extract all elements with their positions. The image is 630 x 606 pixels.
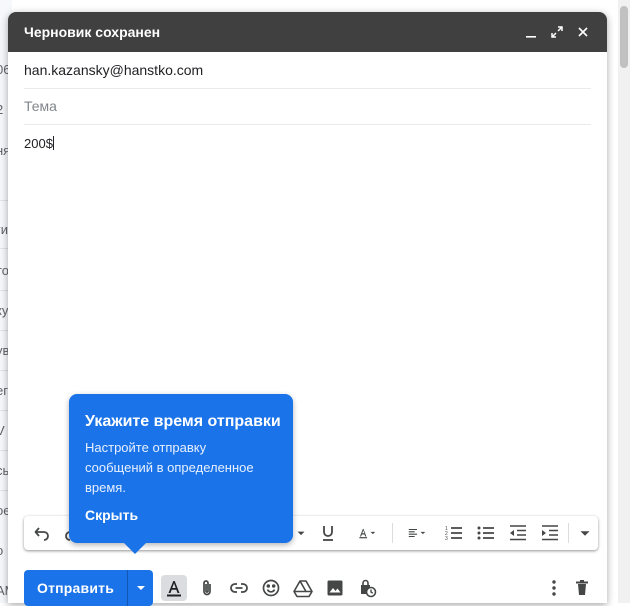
subject-field[interactable] [24, 88, 591, 125]
send-button-group: Отправить [24, 570, 153, 606]
to-field[interactable]: han.kazansky@hanstko.com [24, 52, 591, 89]
subject-input[interactable] [24, 98, 591, 114]
callout-title: Укажите время отправки [85, 413, 281, 430]
callout-pointer [124, 543, 146, 554]
text-caret [52, 136, 54, 150]
align-icon[interactable] [400, 521, 434, 545]
callout-description: Настройте отправку сообщений в определен… [85, 440, 254, 495]
compose-title-bar[interactable]: Черновик сохранен [8, 12, 607, 52]
chevron-down-icon [136, 586, 145, 590]
scrollbar-thumb[interactable] [620, 6, 628, 68]
underline-icon[interactable] [316, 521, 340, 545]
message-body-text: 200$ [24, 136, 53, 151]
background-text: V [0, 423, 5, 438]
confidential-mode-icon[interactable] [354, 575, 380, 601]
background-text: 2 [0, 102, 3, 117]
compose-title: Черновик сохранен [24, 24, 161, 40]
formatting-options-icon[interactable] [161, 575, 187, 601]
attach-file-icon[interactable] [194, 575, 220, 601]
minimize-icon[interactable] [519, 20, 543, 44]
indent-less-icon[interactable] [506, 521, 530, 545]
discard-draft-icon[interactable] [569, 575, 595, 601]
close-icon[interactable] [571, 20, 595, 44]
svg-text:3: 3 [445, 536, 448, 542]
recipient-email[interactable]: han.kazansky@hanstko.com [24, 62, 203, 78]
insert-photo-icon[interactable] [322, 575, 348, 601]
background-text: ги [0, 222, 9, 237]
schedule-send-dropdown[interactable] [127, 570, 153, 606]
bulleted-list-icon[interactable] [474, 521, 498, 545]
text-size-dropdown-icon[interactable] [294, 521, 308, 545]
more-formatting-dropdown-icon[interactable] [576, 521, 594, 545]
fullscreen-icon[interactable] [545, 20, 569, 44]
send-button[interactable]: Отправить [24, 570, 127, 606]
text-color-icon[interactable] [350, 521, 384, 545]
numbered-list-icon[interactable]: 123 [442, 521, 466, 545]
insert-link-icon[interactable] [226, 575, 252, 601]
schedule-send-callout: Укажите время отправки Настройте отправк… [69, 394, 293, 543]
message-body[interactable]: 200$ [24, 136, 54, 151]
background-text: ег [0, 383, 8, 398]
more-options-icon[interactable] [541, 575, 567, 601]
emoji-icon[interactable] [258, 575, 284, 601]
page-scrollbar[interactable] [618, 0, 630, 603]
callout-dismiss-button[interactable]: Скрыть [85, 507, 138, 523]
indent-more-icon[interactable] [538, 521, 562, 545]
undo-icon[interactable] [30, 521, 54, 545]
google-drive-icon[interactable] [290, 575, 316, 601]
background-text: о [0, 543, 3, 558]
